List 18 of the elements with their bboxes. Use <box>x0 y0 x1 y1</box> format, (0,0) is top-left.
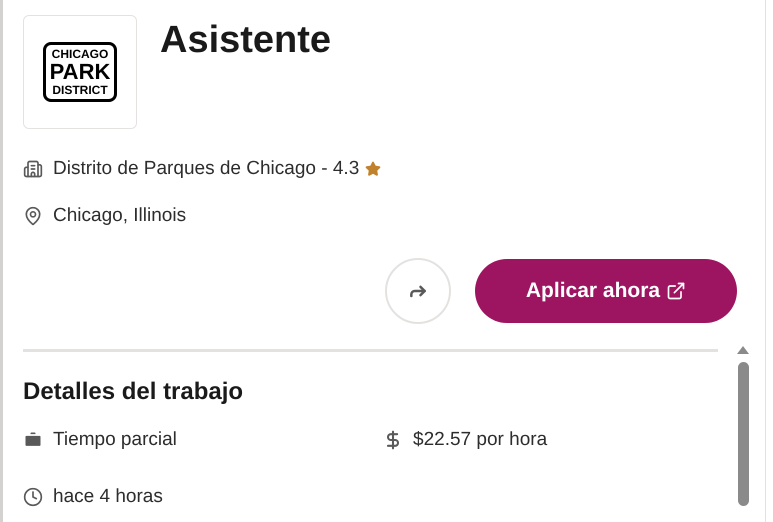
location-icon <box>23 206 43 226</box>
company-name: Distrito de Parques de Chicago - 4.3 <box>53 157 360 181</box>
detail-text: $22.57 por hora <box>413 428 548 452</box>
external-link-icon <box>666 281 686 301</box>
building-icon <box>23 159 43 180</box>
clock-icon <box>23 486 43 507</box>
job-title: Asistente <box>160 21 332 63</box>
section-heading: Detalles del trabajo <box>23 380 244 404</box>
star-icon <box>365 161 382 178</box>
scrollbar-thumb[interactable] <box>738 362 748 506</box>
apply-button[interactable]: Aplicar ahora <box>475 259 737 323</box>
logo-text: PARK <box>50 61 110 83</box>
detail-text: hace 4 horas <box>53 484 163 508</box>
detail-text: Tiempo parcial <box>53 428 177 452</box>
location-text: Chicago, Illinois <box>53 204 186 228</box>
logo-text: CHICAGO <box>52 47 108 61</box>
logo-text: DISTRICT <box>52 83 108 97</box>
scroll-up-icon[interactable] <box>737 346 749 354</box>
